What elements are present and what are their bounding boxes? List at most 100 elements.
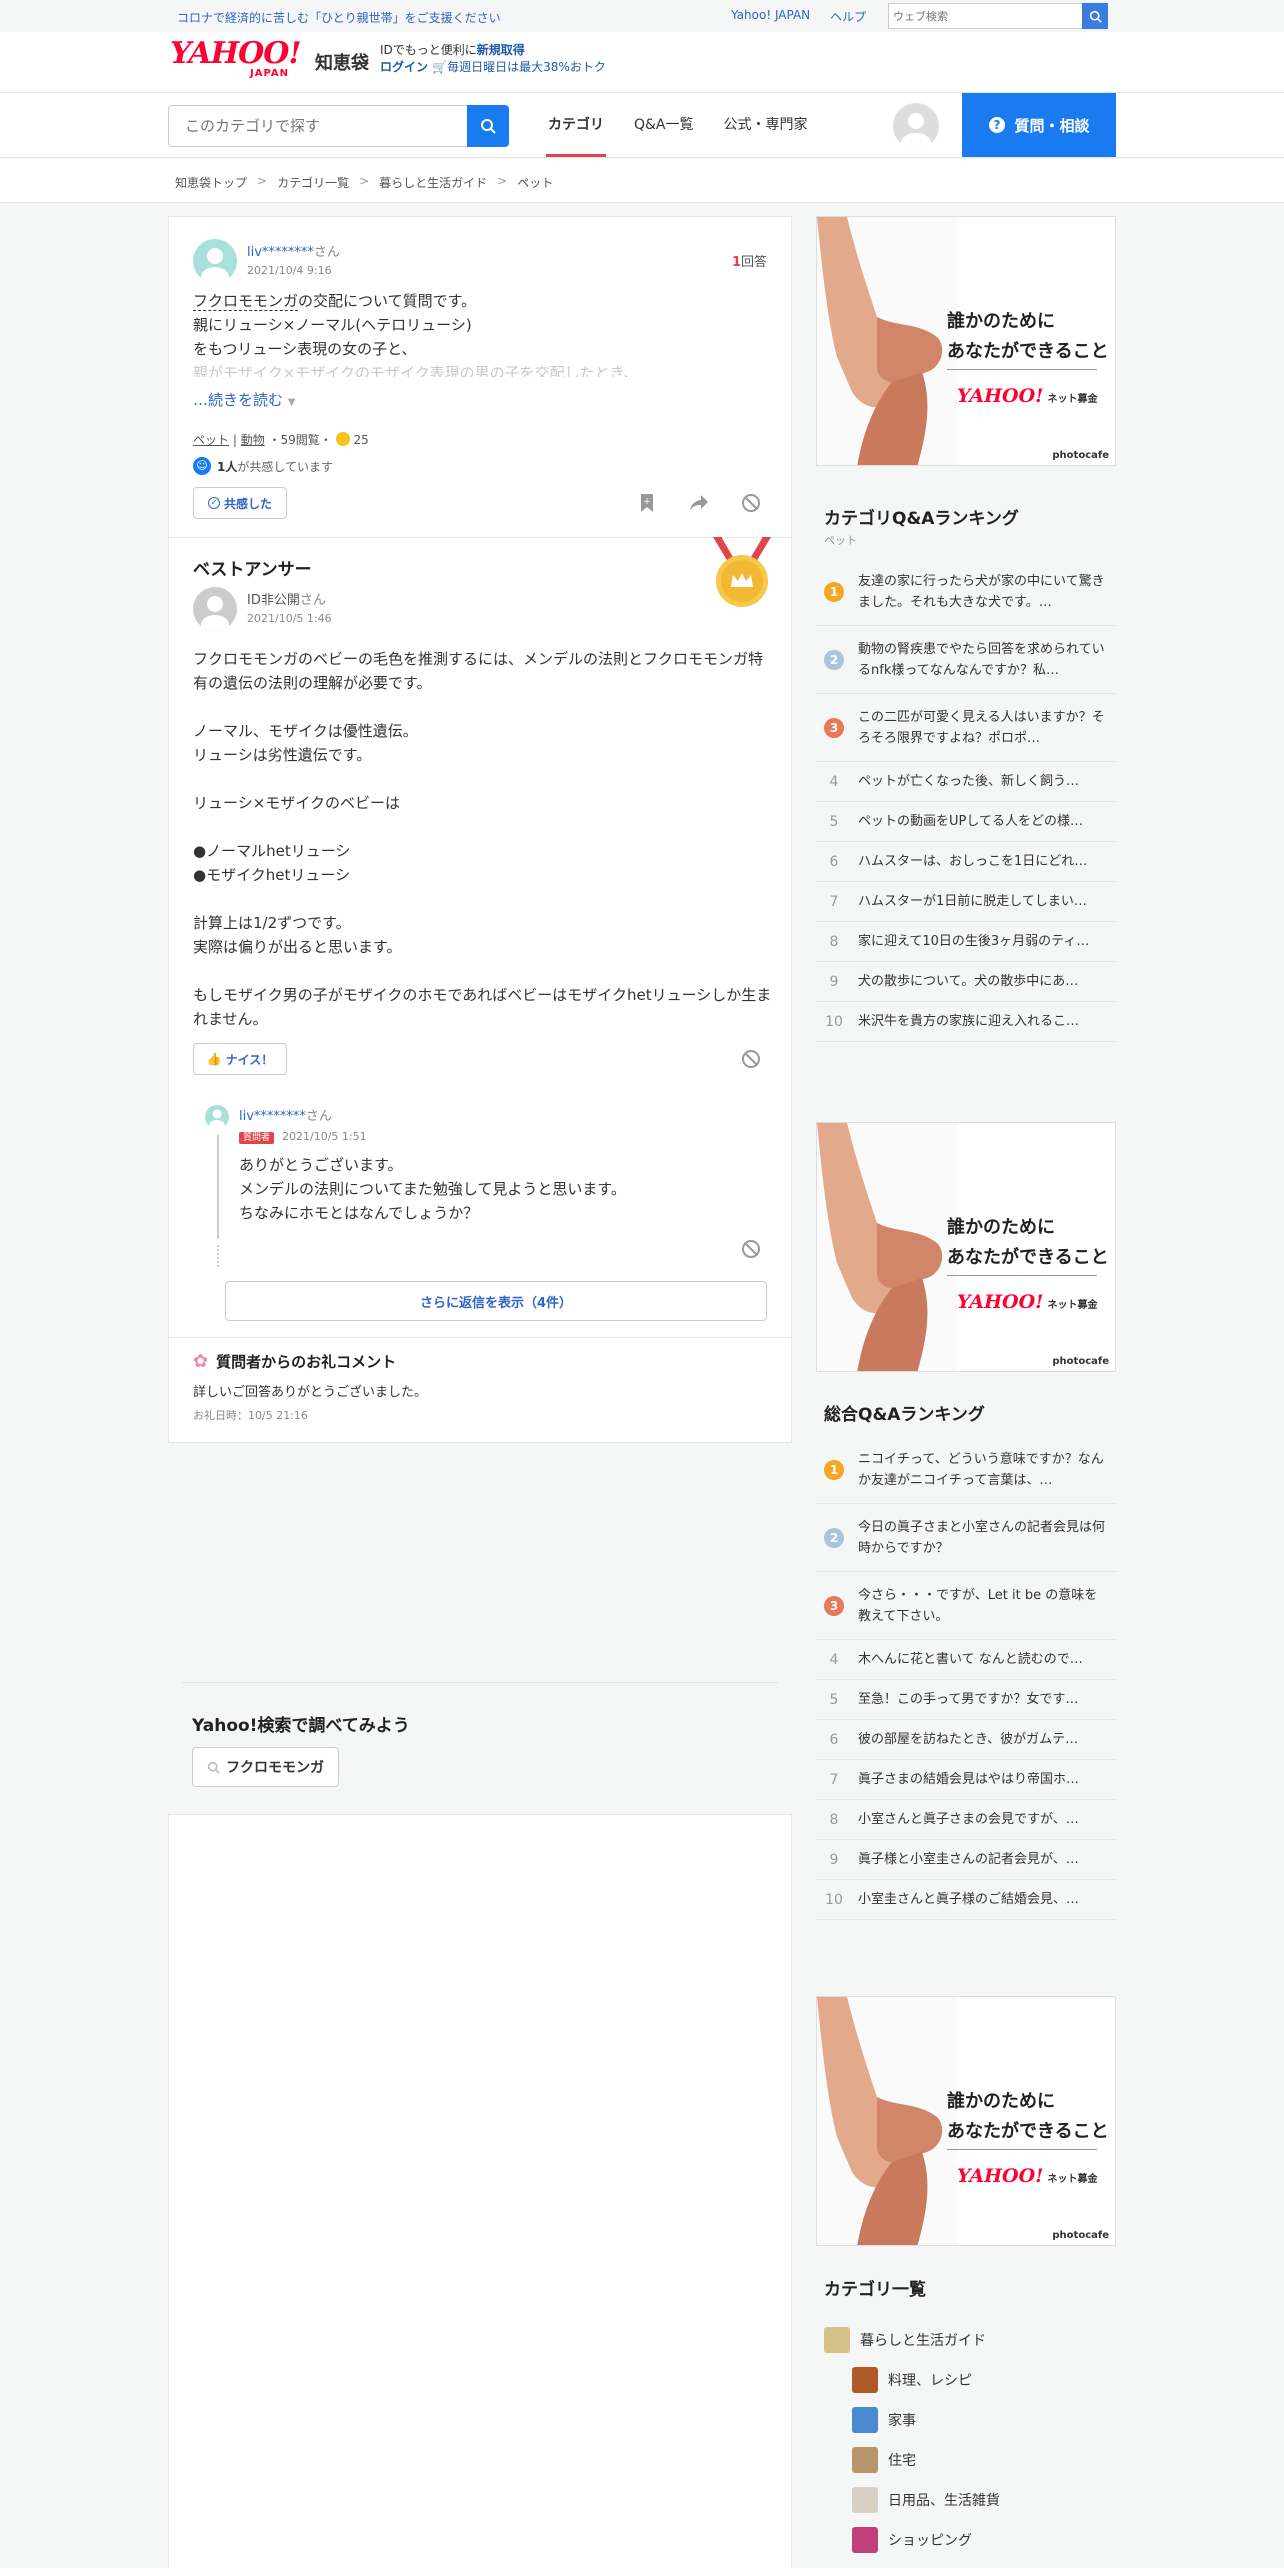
rank-number: 7 bbox=[829, 893, 839, 910]
breadcrumb-item[interactable]: 知恵袋トップ bbox=[175, 174, 247, 191]
user-silhouette-icon bbox=[901, 113, 931, 149]
web-search bbox=[888, 3, 1108, 29]
reply-thread-dots bbox=[217, 1245, 219, 1267]
holding-hands-image bbox=[817, 217, 957, 465]
reply-text: ありがとうございます。 メンデルの法則についてまた勉強して見ようと思います。 ち… bbox=[239, 1153, 626, 1225]
more-replies-button[interactable]: さらに返信を表示（4件） bbox=[225, 1281, 767, 1321]
coin-count: 25 bbox=[353, 433, 369, 447]
rank-number: 8 bbox=[829, 933, 839, 950]
ranking-item[interactable]: 5 至急！この手って男ですか？女です… bbox=[816, 1680, 1116, 1720]
ranking-item[interactable]: 3 今さら・・・ですが、Let it be の意味を教えて下さい。 bbox=[816, 1572, 1116, 1640]
questioner-badge: 質問者 bbox=[239, 1132, 275, 1144]
ranking-item[interactable]: 10 小室圭さんと眞子様のご結婚会見、… bbox=[816, 1880, 1116, 1920]
yahoo-japan-link[interactable]: Yahoo! JAPAN bbox=[731, 8, 810, 25]
category-item[interactable]: ショッピング bbox=[824, 2520, 1000, 2560]
rank-badge: 1 bbox=[824, 581, 844, 602]
keyword-link[interactable]: フクロモモンガ bbox=[193, 292, 299, 311]
category-thumbnail bbox=[852, 2527, 878, 2553]
author-suffix: さん bbox=[305, 1109, 332, 1124]
breadcrumb-separator: > bbox=[359, 174, 370, 188]
web-search-button[interactable] bbox=[1082, 3, 1108, 29]
block-icon[interactable] bbox=[739, 1047, 763, 1071]
signup-link[interactable]: 新規取得 bbox=[477, 43, 525, 57]
ranking-item[interactable]: 3 この二匹が可愛く見える人はいますか？そろそろ限界ですよね？ポロポ… bbox=[816, 694, 1116, 762]
author-name[interactable]: liv******** bbox=[239, 1109, 306, 1124]
breadcrumb-item[interactable]: カテゴリ一覧 bbox=[277, 174, 349, 191]
ranking-item[interactable]: 2 今日の眞子さまと小室さんの記者会見は何時からですか？ bbox=[816, 1504, 1116, 1572]
ad-banner[interactable]: 誰かのために あなたができること YAHOO! ネット募金 photocafe bbox=[816, 1996, 1116, 2246]
ranking-item[interactable]: 4 木へんに花と書いて なんと読むので… bbox=[816, 1640, 1116, 1680]
breadcrumb-item[interactable]: 暮らしと生活ガイド bbox=[379, 174, 487, 191]
sunday-promo-link[interactable]: 毎週日曜日は最大38%おトク bbox=[447, 60, 606, 74]
share-icon[interactable] bbox=[687, 491, 711, 515]
read-more-link[interactable]: …続きを読む ▼ bbox=[193, 389, 296, 410]
category-item[interactable]: 日用品、生活雑貨 bbox=[824, 2480, 1000, 2520]
tab-category[interactable]: カテゴリ bbox=[536, 93, 616, 157]
block-icon[interactable] bbox=[739, 1237, 763, 1261]
user-silhouette-icon bbox=[209, 1109, 225, 1129]
rank-number: 5 bbox=[829, 813, 839, 830]
breadcrumb-separator: > bbox=[497, 174, 508, 188]
help-link[interactable]: ヘルプ bbox=[830, 8, 866, 25]
web-search-input[interactable] bbox=[889, 4, 1079, 28]
ad-banner[interactable]: 誰かのために あなたができること YAHOO! ネット募金 photocafe bbox=[816, 216, 1116, 466]
block-icon[interactable] bbox=[739, 491, 763, 515]
ranking-item[interactable]: 9 犬の散歩について。犬の散歩中にあ… bbox=[816, 962, 1116, 1002]
ask-question-button[interactable]: ? 質問・相談 bbox=[962, 93, 1116, 157]
ad-logo-text: YAHOO! bbox=[957, 1291, 1044, 1313]
yahoo-chiebukuro-logo[interactable]: YAHOO! JAPAN 知恵袋 bbox=[170, 39, 370, 80]
ranking-item[interactable]: 8 小室さんと眞子さまの会見ですが、… bbox=[816, 1800, 1116, 1840]
user-silhouette-icon bbox=[201, 248, 229, 283]
author-name[interactable]: liv******** bbox=[247, 245, 314, 260]
support-notice-link[interactable]: コロナで経済的に苦しむ「ひとり親世帯」をご支援ください bbox=[177, 9, 501, 26]
ranking-item[interactable]: 7 ハムスターが1日前に脱走してしまい… bbox=[816, 882, 1116, 922]
category-search-input[interactable] bbox=[169, 106, 429, 146]
global-nav: カテゴリ Q&A一覧 公式・専門家 ? 質問・相談 bbox=[0, 92, 1284, 158]
category-item[interactable]: 料理、レシピ bbox=[824, 2360, 1000, 2400]
question-line: をもつリューシ表現の女の子と、 bbox=[193, 340, 417, 358]
tab-qa-list[interactable]: Q&A一覧 bbox=[622, 93, 706, 157]
category-item[interactable]: 暮らしと生活ガイド bbox=[824, 2320, 1000, 2360]
category-thumbnail bbox=[852, 2487, 878, 2513]
ranking-item[interactable]: 5 ペットの動画をUPしてる人をどの様… bbox=[816, 802, 1116, 842]
breadcrumb-item[interactable]: ペット bbox=[517, 174, 553, 191]
ranking-text: ハムスターが1日前に脱走してしまい… bbox=[858, 894, 1087, 909]
tag-link[interactable]: ペット bbox=[193, 433, 229, 447]
login-link[interactable]: ログイン bbox=[380, 60, 428, 74]
category-thumbnail bbox=[852, 2367, 878, 2393]
category-list-title: カテゴリ一覧 bbox=[824, 2280, 926, 2300]
ranking-item[interactable]: 2 動物の腎疾患でやたら回答を求められているnfk様ってなんなんですか？私… bbox=[816, 626, 1116, 694]
ranking-item[interactable]: 6 ハムスターは、おしっこを1日にどれ… bbox=[816, 842, 1116, 882]
ranking-item[interactable]: 4 ペットが亡くなった後、新しく飼う… bbox=[816, 762, 1116, 802]
holding-hands-image bbox=[817, 1997, 957, 2245]
category-label: ショッピング bbox=[888, 2533, 972, 2549]
ad-copy: 誰かのために あなたができること bbox=[947, 2087, 1109, 2147]
empathy-button[interactable]: ✓ 共感した bbox=[193, 487, 287, 519]
question-line: の交配について質問です。 bbox=[298, 292, 477, 310]
breadcrumb-bar: 知恵袋トップ > カテゴリ一覧 > 暮らしと生活ガイド > ペット bbox=[0, 159, 1284, 203]
user-avatar[interactable] bbox=[893, 103, 939, 149]
question-author: liv********さん 2021/10/4 9:16 bbox=[193, 239, 340, 283]
search-keyword-chip[interactable]: フクロモモンガ bbox=[192, 1747, 339, 1787]
ranking-item[interactable]: 1 ニコイチって、どういう意味ですか？なんか友達がニコイチって言葉は、… bbox=[816, 1436, 1116, 1504]
category-search-button[interactable] bbox=[467, 105, 509, 147]
ranking-item[interactable]: 6 彼の部屋を訪ねたとき、彼がガムテ… bbox=[816, 1720, 1116, 1760]
ad-credit: photocafe bbox=[1052, 2230, 1109, 2241]
ranking-item[interactable]: 7 眞子さまの結婚会見はやはり帝国ホ… bbox=[816, 1760, 1116, 1800]
avatar[interactable] bbox=[193, 239, 237, 283]
question-text: フクロモモンガの交配について質問です。 親にリューシ×ノーマル(ヘテロリューシ)… bbox=[193, 289, 773, 377]
bookmark-icon[interactable]: + bbox=[635, 491, 659, 515]
tab-official[interactable]: 公式・専門家 bbox=[712, 93, 820, 157]
category-item[interactable]: 住宅 bbox=[824, 2440, 1000, 2480]
avatar[interactable] bbox=[205, 1105, 229, 1129]
ranking-item[interactable]: 9 眞子様と小室圭さんの記者会見が、… bbox=[816, 1840, 1116, 1880]
ranking-item[interactable]: 8 家に迎えて10日の生後3ヶ月弱のティ… bbox=[816, 922, 1116, 962]
ad-banner[interactable]: 誰かのために あなたができること YAHOO! ネット募金 photocafe bbox=[816, 1122, 1116, 1372]
tag-link[interactable]: 動物 bbox=[241, 433, 265, 447]
ranking-item[interactable]: 10 米沢牛を貴方の家族に迎え入れるこ… bbox=[816, 1002, 1116, 1042]
best-answer-medal-icon bbox=[709, 536, 775, 609]
nice-button[interactable]: 👍 ナイス！ bbox=[193, 1043, 287, 1075]
category-item[interactable]: 家事 bbox=[824, 2400, 1000, 2440]
question-date: 2021/10/4 9:16 bbox=[247, 264, 332, 277]
ranking-item[interactable]: 1 友達の家に行ったら犬が家の中にいて驚きました。それも大きな犬です。… bbox=[816, 558, 1116, 626]
